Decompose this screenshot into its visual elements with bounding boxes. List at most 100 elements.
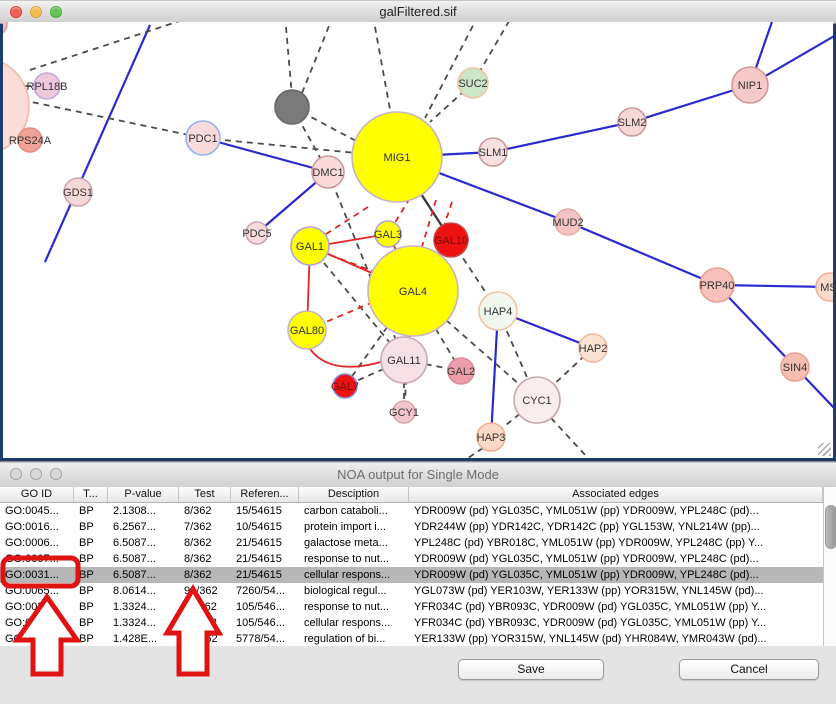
table-cell: YER133W (pp) YOR315W, YNL145W (pd) YHR08… — [409, 631, 823, 647]
table-row[interactable]: GO:0007...BP6.5087...8/36221/54615respon… — [0, 551, 823, 567]
graph-node-label: GAL2 — [447, 366, 475, 378]
table-cell: cellular respons... — [299, 567, 409, 583]
table-cell: BP — [74, 615, 108, 631]
graph-edge[interactable] — [300, 22, 333, 98]
table-cell: GO:0031... — [0, 615, 74, 631]
table-cell: BP — [74, 567, 108, 583]
table-cell: 10/54615 — [231, 519, 299, 535]
graph-node-label: HAP4 — [484, 306, 513, 318]
graph-node-label: SLM2 — [618, 117, 647, 129]
table-cell: 6.5087... — [108, 551, 179, 567]
graph-node-label: PRP40 — [700, 280, 735, 292]
table-row[interactable]: GO:0031...BP1.3324...11/362105/546...res… — [0, 599, 823, 615]
table-row[interactable]: GO:0031...BP1.3324...11/362105/546...cel… — [0, 615, 823, 631]
network-canvas[interactable]: RPL18BRPS24AGDS1PDC1PDC5DMC1MIG1SUC2SLM1… — [3, 22, 833, 458]
column-header-t[interactable]: T... — [74, 487, 108, 502]
graph-window-titlebar[interactable]: galFiltered.sif — [0, 0, 836, 24]
graph-node-label: SLM1 — [479, 147, 508, 159]
graph-edge[interactable] — [203, 138, 356, 153]
cancel-button[interactable]: Cancel — [679, 659, 819, 680]
column-header-go-id[interactable]: GO ID — [0, 487, 74, 502]
graph-edge[interactable] — [310, 349, 381, 367]
graph-node[interactable] — [275, 90, 309, 124]
table-cell: GO:0031... — [0, 599, 74, 615]
graph-edge[interactable] — [717, 285, 833, 410]
table-cell: YDR009W (pd) YGL035C, YML051W (pp) YDR00… — [409, 551, 823, 567]
table-cell: BP — [74, 583, 108, 599]
graph-edge[interactable] — [45, 25, 150, 262]
save-button[interactable]: Save — [458, 659, 604, 680]
column-header-test[interactable]: Test — [179, 487, 231, 502]
noa-window-titlebar[interactable]: NOA output for Single Mode — [0, 462, 836, 488]
graph-node[interactable] — [3, 22, 7, 35]
table-cell: carbon cataboli... — [299, 503, 409, 519]
table-cell: YDR009W (pd) YGL035C, YML051W (pp) YDR00… — [409, 503, 823, 519]
graph-node-label: HAP3 — [477, 432, 506, 444]
graph-edge[interactable] — [30, 22, 195, 70]
column-header-desciption[interactable]: Desciption — [299, 487, 409, 502]
graph-node-label: GAL1 — [296, 241, 324, 253]
table-row[interactable]: GO:0006...BP6.5087...8/36221/54615galact… — [0, 535, 823, 551]
graph-edge[interactable] — [203, 138, 328, 172]
table-scrollbar[interactable] — [823, 487, 836, 646]
graph-node-label: GAL10 — [434, 235, 468, 247]
table-cell: protein import i... — [299, 519, 409, 535]
graph-node-label: MUD2 — [552, 217, 583, 229]
table-cell: GO:0007... — [0, 551, 74, 567]
table-cell: 1.3324... — [108, 599, 179, 615]
noa-output-window: NOA output for Single Mode GO IDT...P-va… — [0, 461, 836, 704]
table-cell: 1.3324... — [108, 615, 179, 631]
noa-window-title: NOA output for Single Mode — [0, 463, 836, 487]
table-cell: 6.5087... — [108, 535, 179, 551]
scrollbar-thumb[interactable] — [825, 505, 836, 549]
graph-node-label: CYC1 — [522, 395, 551, 407]
minimize-button[interactable] — [30, 468, 42, 480]
table-cell: biological regul... — [299, 583, 409, 599]
graph-edge[interactable] — [323, 207, 368, 236]
table-row[interactable]: GO:0016...BP6.2567...7/36210/54615protei… — [0, 519, 823, 535]
graph-node-label: DMC1 — [312, 167, 343, 179]
column-header-referen[interactable]: Referen... — [231, 487, 299, 502]
table-cell: 8/362 — [179, 551, 231, 567]
zoom-button[interactable] — [50, 6, 62, 18]
table-row[interactable]: GO:0045...BP2.1308...8/36215/54615carbon… — [0, 503, 823, 519]
zoom-button[interactable] — [50, 468, 62, 480]
graph-edge[interactable] — [285, 22, 292, 96]
close-button[interactable] — [10, 6, 22, 18]
table-cell: GO:0031... — [0, 567, 74, 583]
close-button[interactable] — [10, 468, 22, 480]
table-cell: BP — [74, 599, 108, 615]
table-row[interactable]: GO:0065...BP8.0614...94/3627260/54...bio… — [0, 583, 823, 599]
table-cell: 80/362 — [179, 631, 231, 647]
table-body: GO:0045...BP2.1308...8/36215/54615carbon… — [0, 503, 823, 647]
graph-node-label: GAL7 — [331, 381, 359, 393]
table-row[interactable]: GO:0031...BP6.5087...8/36221/54615cellul… — [0, 567, 823, 583]
graph-edge[interactable] — [22, 100, 203, 138]
table-cell: 7260/54... — [231, 583, 299, 599]
table-cell: YGL073W (pd) YER103W, YER133W (pp) YOR31… — [409, 583, 823, 599]
graph-node-label: PDC1 — [188, 133, 217, 145]
graph-edge[interactable] — [373, 22, 391, 115]
table-row[interactable]: GO:0050...BP1.428E...80/3625778/54...reg… — [0, 631, 823, 647]
graph-edge[interactable] — [468, 448, 483, 458]
button-bar: Save Cancel — [0, 646, 836, 704]
table-cell: 11/362 — [179, 615, 231, 631]
graph-node-label: MSI — [820, 282, 833, 294]
resize-grip-icon[interactable] — [818, 443, 831, 456]
graph-edge[interactable] — [551, 418, 588, 458]
table-cell: 21/54615 — [231, 551, 299, 567]
table-cell: GO:0050... — [0, 631, 74, 647]
graph-node-label: RPL18B — [27, 81, 68, 93]
table-cell: GO:0016... — [0, 519, 74, 535]
minimize-button[interactable] — [30, 6, 42, 18]
graph-window: galFiltered.sif RPL18BRPS24AGDS1PDC1PDC5… — [0, 0, 836, 461]
table-cell: response to nut... — [299, 599, 409, 615]
table-cell: YFR034C (pd) YBR093C, YDR009W (pd) YGL03… — [409, 615, 823, 631]
table-cell: BP — [74, 631, 108, 647]
column-header-associated-edges[interactable]: Associated edges — [409, 487, 823, 502]
column-header-p-value[interactable]: P-value — [108, 487, 179, 502]
graph-edge[interactable] — [493, 122, 632, 152]
graph-node-label: GAL11 — [387, 355, 420, 367]
graph-edge[interactable] — [568, 222, 717, 285]
graph-node-label: GAL4 — [399, 286, 427, 298]
